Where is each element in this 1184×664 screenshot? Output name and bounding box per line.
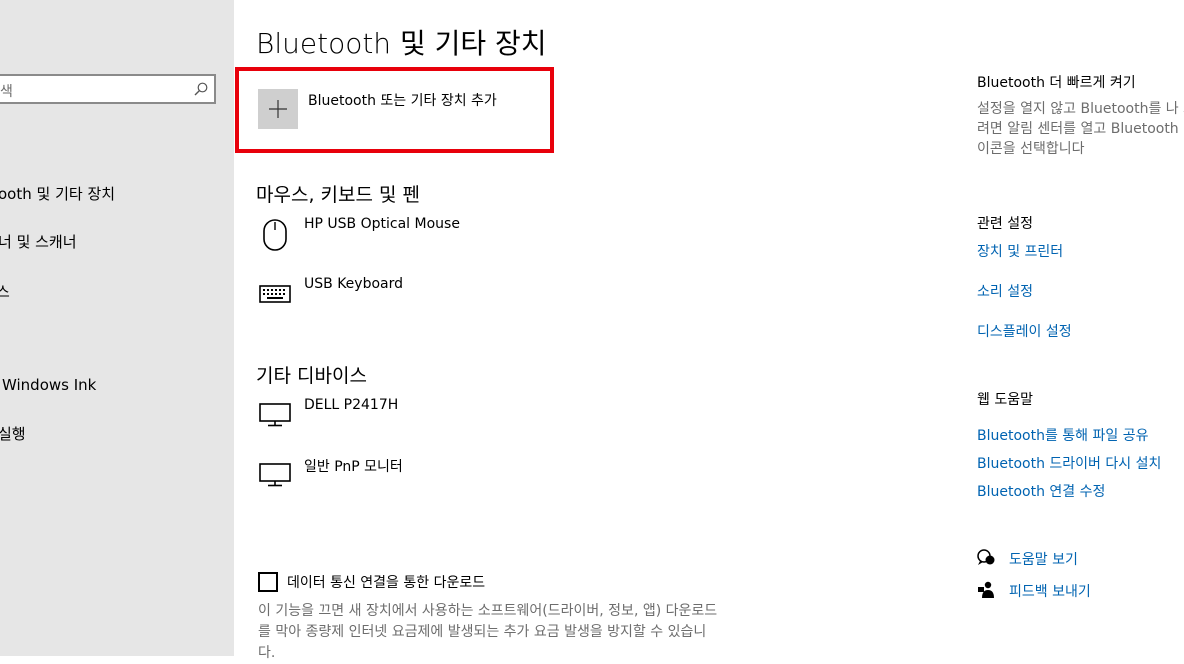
sidebar-item-printers[interactable]: 너 및 스캐너 xyxy=(0,231,77,252)
sidebar-item-mouse[interactable]: 스 xyxy=(0,281,10,302)
metered-download-checkbox[interactable] xyxy=(258,572,278,592)
search-input[interactable]: 색 xyxy=(0,74,216,104)
plus-icon xyxy=(269,100,287,118)
link-devices-printers[interactable]: 장치 및 프린터 xyxy=(977,241,1063,261)
other-devices-heading: 기타 디바이스 xyxy=(256,365,367,387)
get-help-link[interactable]: 도움말 보기 xyxy=(1009,549,1078,569)
device-keyboard-name[interactable]: USB Keyboard xyxy=(304,276,403,292)
monitor-icon xyxy=(259,463,291,487)
sidebar: 색 ooth 및 기타 장치 너 및 스캐너 스 Windows Ink 실행 xyxy=(0,0,234,656)
feedback-icon xyxy=(978,581,994,598)
bluetooth-faster-heading: Bluetooth 더 빠르게 켜기 xyxy=(977,75,1136,91)
mouse-icon xyxy=(263,219,287,251)
search-placeholder: 색 xyxy=(0,84,13,100)
send-feedback-link[interactable]: 피드백 보내기 xyxy=(1009,581,1091,601)
sidebar-item-pen-windows-ink[interactable]: Windows Ink xyxy=(2,376,96,394)
keyboard-icon xyxy=(259,285,291,303)
page-title: Bluetooth 및 기타 장치 xyxy=(256,27,547,60)
related-settings-heading: 관련 설정 xyxy=(977,216,1033,232)
link-share-files-bluetooth[interactable]: Bluetooth를 통해 파일 공유 xyxy=(977,425,1148,445)
device-dell-monitor-name[interactable]: DELL P2417H xyxy=(304,397,398,413)
web-help-heading: 웹 도움말 xyxy=(977,392,1033,408)
bluetooth-faster-text: 설정을 열지 않고 Bluetooth를 나 끄려면 알림 센터를 열고 Blu… xyxy=(977,101,1184,157)
metered-download-label[interactable]: 데이터 통신 연결을 통한 다운로드 xyxy=(287,572,485,592)
device-mouse-name[interactable]: HP USB Optical Mouse xyxy=(304,216,460,232)
link-sound-settings[interactable]: 소리 설정 xyxy=(977,281,1033,301)
add-device-button[interactable] xyxy=(258,89,298,129)
mouse-keyboard-pen-heading: 마우스, 키보드 및 펜 xyxy=(256,184,420,206)
sidebar-item-autoplay[interactable]: 실행 xyxy=(0,423,26,444)
help-chat-icon xyxy=(977,549,995,565)
sidebar-item-bluetooth[interactable]: ooth 및 기타 장치 xyxy=(0,183,115,204)
link-fix-bluetooth-connection[interactable]: Bluetooth 연결 수정 xyxy=(977,481,1105,501)
monitor-icon xyxy=(259,403,291,427)
add-device-label[interactable]: Bluetooth 또는 기타 장치 추가 xyxy=(308,90,497,110)
search-icon[interactable] xyxy=(194,82,208,96)
link-display-settings[interactable]: 디스플레이 설정 xyxy=(977,321,1072,341)
metered-download-description: 이 기능을 끄면 새 장치에서 사용하는 소프트웨어(드라이버, 정보, 앱) … xyxy=(258,603,718,661)
device-pnp-monitor-name[interactable]: 일반 PnP 모니터 xyxy=(304,456,403,476)
link-reinstall-bluetooth-driver[interactable]: Bluetooth 드라이버 다시 설치 xyxy=(977,453,1161,473)
